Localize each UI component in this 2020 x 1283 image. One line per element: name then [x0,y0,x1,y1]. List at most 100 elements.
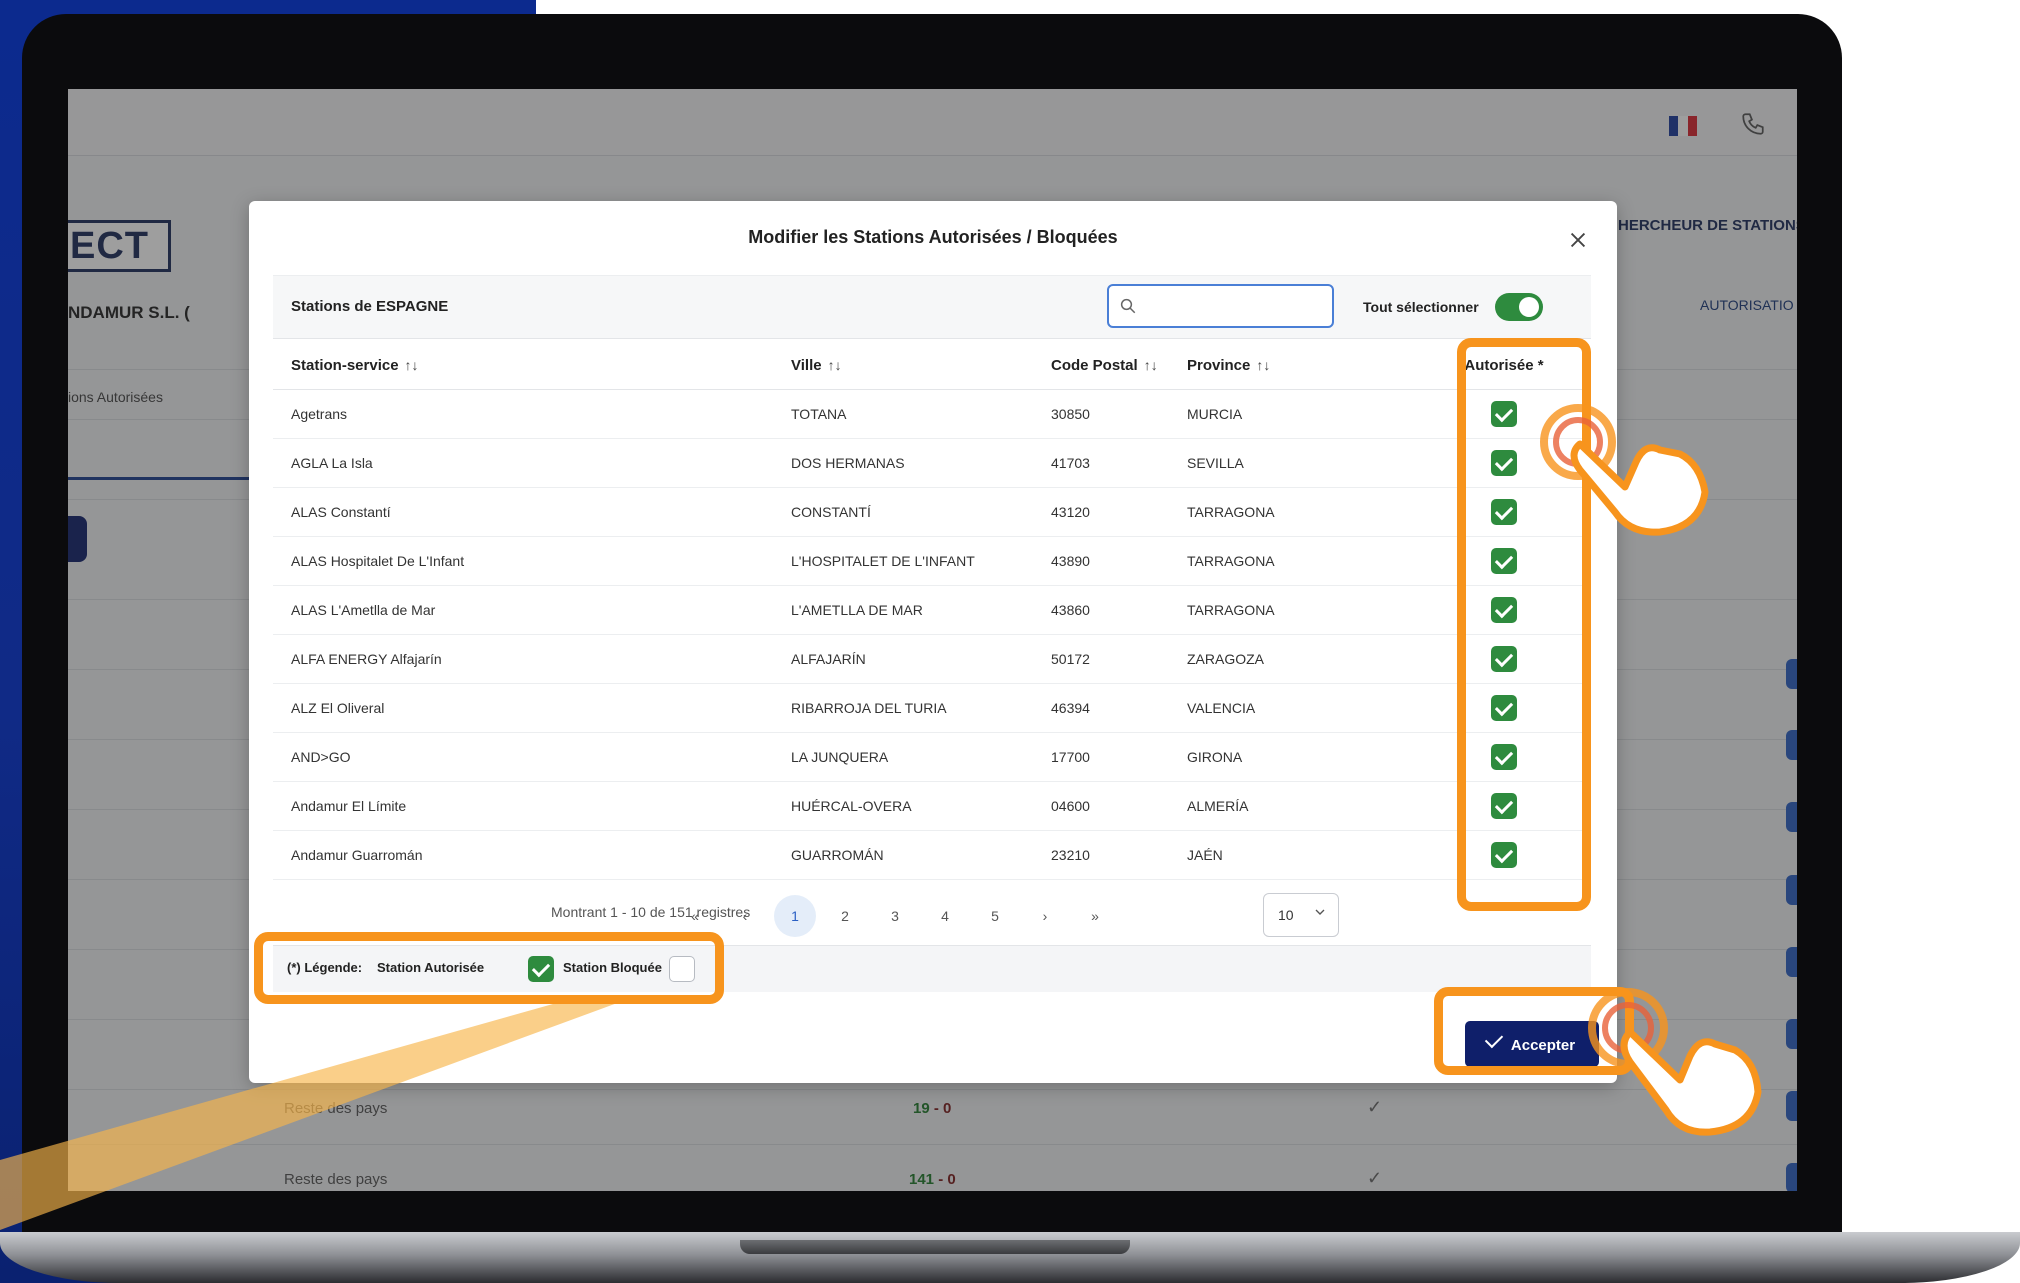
authorized-checkbox[interactable] [1491,842,1517,868]
row-action-tab[interactable] [1786,659,1797,689]
page-button-5[interactable]: 5 [974,895,1016,937]
ville: L'AMETLLA DE MAR [791,585,1051,635]
authorized-cell [1417,781,1591,831]
table-row: ALAS Constantí CONSTANTÍ 43120 TARRAGONA [273,487,1591,537]
ville: GUARROMÁN [791,830,1051,880]
table-row: ALAS L'Ametlla de Mar L'AMETLLA DE MAR 438… [273,585,1591,635]
ville: ALFAJARÍN [791,634,1051,684]
authorized-cell [1417,438,1591,488]
authorized-checkbox[interactable] [1491,793,1517,819]
side-action-button[interactable] [68,516,87,562]
phone-icon[interactable] [1740,111,1766,137]
stations-country-title: Stations de ESPAGNE [291,298,449,315]
col-header-code-postal[interactable]: Code Postal ↑↓ [1051,341,1187,390]
province: TARRAGONA [1187,536,1417,586]
station-name: ALFA ENERGY Alfajarín [273,634,791,684]
ville: TOTANA [791,389,1051,439]
select-all-toggle[interactable] [1495,293,1543,321]
authorized-checkbox[interactable] [1491,401,1517,427]
bg-row-label: Reste des pays [284,1100,388,1117]
authorized-cell [1417,683,1591,733]
row-action-tab[interactable] [1786,1163,1797,1191]
app-topbar [68,89,1797,156]
side-link-authorized-stations[interactable]: ions Autorisées [68,389,163,405]
sort-icon[interactable]: ↑↓ [828,357,842,373]
legend-bar: (*) Légende: Station Autorisée Station B… [273,945,1591,992]
authorized-checkbox[interactable] [1491,450,1517,476]
code-postal: 43860 [1051,585,1187,635]
sort-icon[interactable]: ↑↓ [1256,357,1270,373]
code-postal: 17700 [1051,732,1187,782]
authorized-checkbox[interactable] [1491,597,1517,623]
province: JAÉN [1187,830,1417,880]
station-name: AGLA La Isla [273,438,791,488]
brand-logo: ECT [68,220,171,272]
row-action-tab[interactable] [1786,802,1797,832]
page-button-4[interactable]: 4 [924,895,966,937]
row-action-tab[interactable] [1786,875,1797,905]
province: VALENCIA [1187,683,1417,733]
table-row: ALZ El Oliveral RIBARROJA DEL TURIA 46394 V… [273,683,1591,733]
search-input[interactable] [1145,294,1329,320]
col-header-station[interactable]: Station-service ↑↓ [273,341,791,390]
bg-row-label: Reste des pays [284,1171,388,1188]
sort-icon[interactable]: ↑↓ [405,357,419,373]
authorized-checkbox[interactable] [1491,499,1517,525]
col-header-province[interactable]: Province ↑↓ [1187,341,1417,390]
bg-check-icon: ✓ [1367,1097,1383,1117]
next-page-button[interactable]: › [1024,895,1066,937]
close-icon[interactable] [1567,229,1589,251]
authorized-checkbox[interactable] [1491,695,1517,721]
province: TARRAGONA [1187,487,1417,537]
row-action-tab[interactable] [1786,1019,1797,1049]
page-size-select[interactable]: 10 [1263,893,1339,937]
edit-stations-modal: Modifier les Stations Autorisées / Bloqu… [249,201,1617,1083]
station-name: Andamur El Límite [273,781,791,831]
accept-button[interactable]: Accepter [1465,1021,1599,1067]
legend-authorized-checkbox-icon [528,956,554,982]
authorized-checkbox[interactable] [1491,744,1517,770]
station-name: ALAS Hospitalet De L'Infant [273,536,791,586]
first-page-button[interactable]: « [674,895,716,937]
page-button-3[interactable]: 3 [874,895,916,937]
page-button-1[interactable]: 1 [774,895,816,937]
row-action-tab[interactable] [1786,947,1797,977]
code-postal: 30850 [1051,389,1187,439]
filter-bar: Stations de ESPAGNE Tout sélectionner [273,275,1591,339]
legend-blocked-label: Station Bloquée [563,960,662,975]
authorized-cell [1417,732,1591,782]
col-header-ville[interactable]: Ville ↑↓ [791,341,1051,390]
province: GIRONA [1187,732,1417,782]
authorized-cell [1417,487,1591,537]
search-field[interactable] [1107,284,1334,328]
province: ZARAGOZA [1187,634,1417,684]
sort-icon[interactable]: ↑↓ [1144,357,1158,373]
fr-flag-icon[interactable] [1669,116,1697,136]
table-row: AGLA La Isla DOS HERMANAS 41703 SEVILLA [273,438,1591,488]
check-icon [1484,1029,1504,1049]
page-button-2[interactable]: 2 [824,895,866,937]
bg-check-icon: ✓ [1367,1168,1383,1188]
col-header-autorisee: Autorisée * [1417,341,1591,390]
last-page-button[interactable]: » [1074,895,1116,937]
active-tab-underline [68,477,253,480]
authorized-checkbox[interactable] [1491,548,1517,574]
station-name: AND>GO [273,732,791,782]
station-name: ALAS Constantí [273,487,791,537]
legend-blocked-checkbox-icon [669,956,695,982]
ville: L'HOSPITALET DE L'INFANT [791,536,1051,586]
prev-page-button[interactable]: ‹ [724,895,766,937]
row-action-tab[interactable] [1786,1091,1797,1121]
authorized-cell [1417,634,1591,684]
province: SEVILLA [1187,438,1417,488]
code-postal: 23210 [1051,830,1187,880]
ville: DOS HERMANAS [791,438,1051,488]
station-finder-link[interactable]: HERCHEUR DE STATIONS [1618,217,1797,234]
code-postal: 50172 [1051,634,1187,684]
station-name: Andamur Guarromán [273,830,791,880]
authorization-tab[interactable]: AUTORISATIO [1700,297,1794,313]
row-action-tab[interactable] [1786,730,1797,760]
authorized-cell [1417,536,1591,586]
authorized-checkbox[interactable] [1491,646,1517,672]
ville: HUÉRCAL-OVERA [791,781,1051,831]
